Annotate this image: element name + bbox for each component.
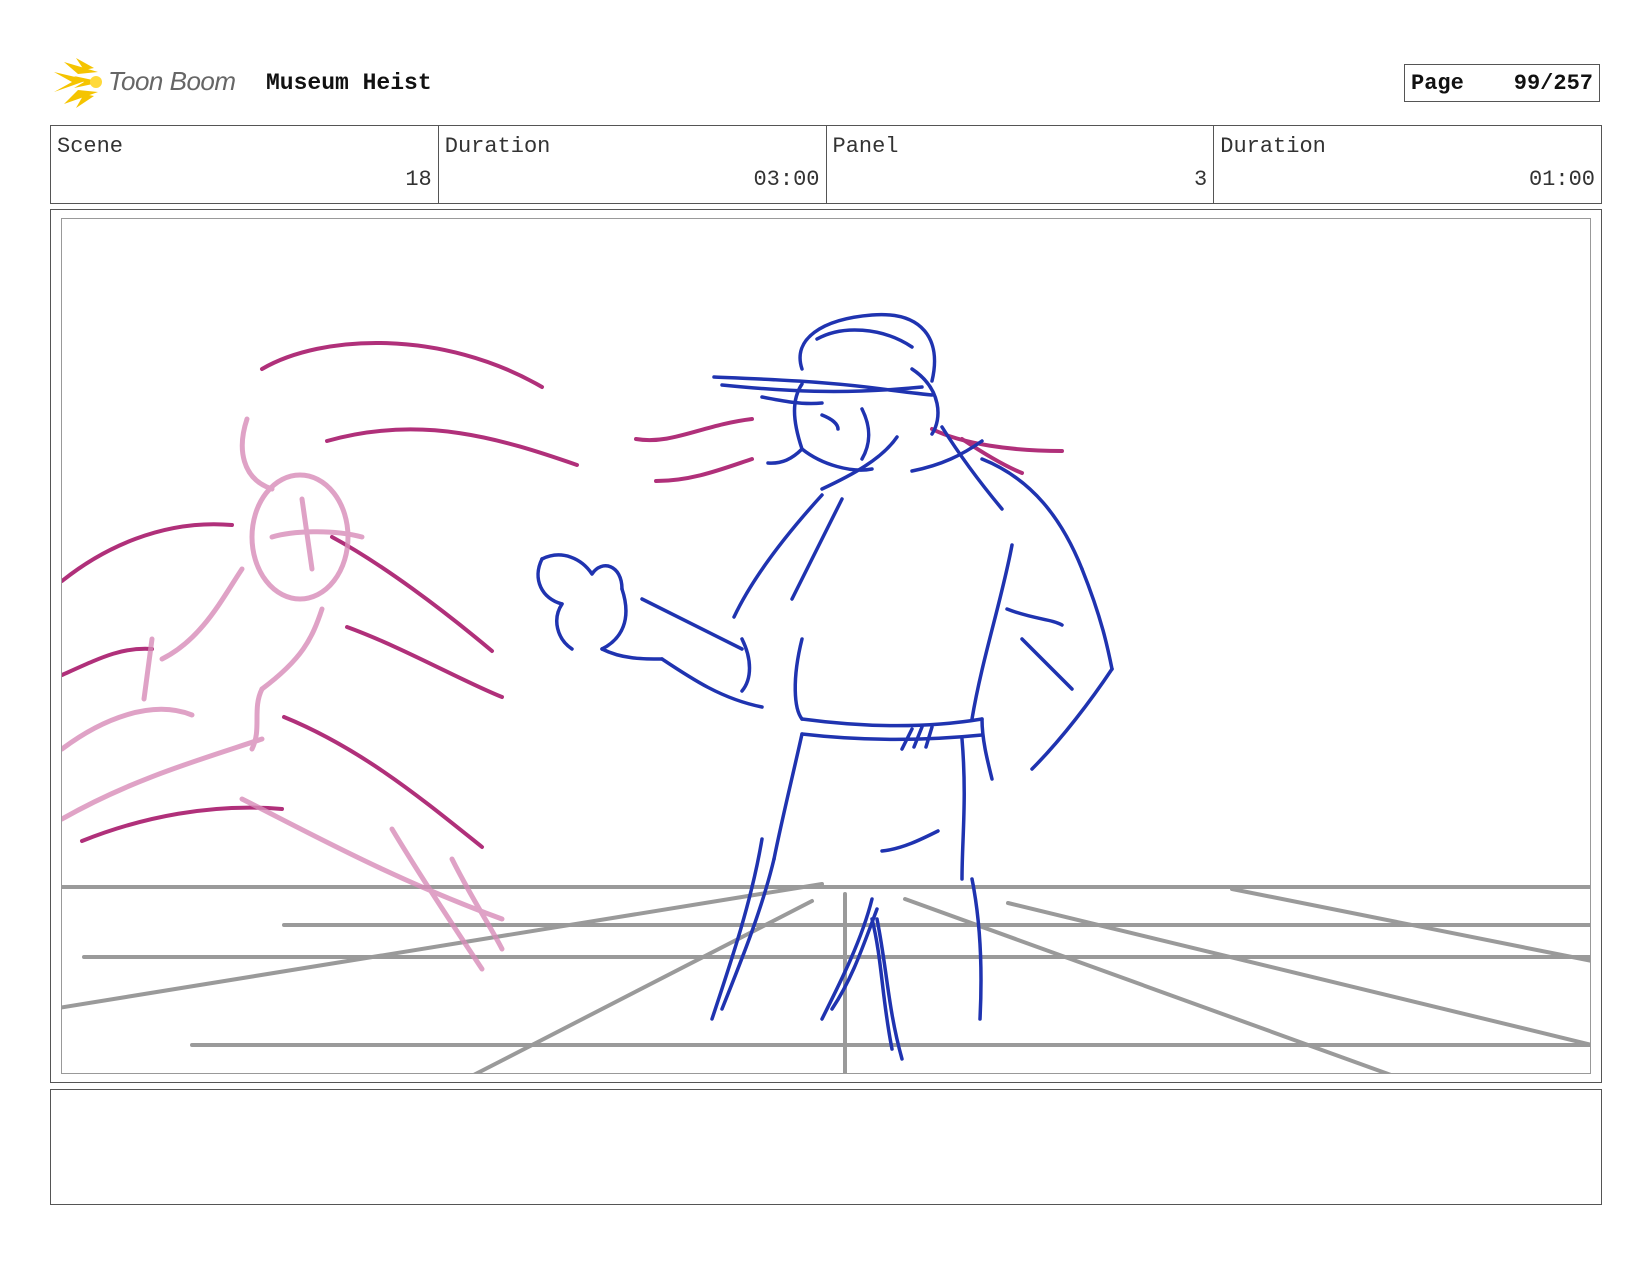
- page-number: 99/257: [1513, 71, 1593, 96]
- blue-figure-sketch: [536, 312, 1114, 1061]
- sketch-drawing: [62, 312, 1590, 1073]
- panel-drawing-area: [61, 218, 1591, 1074]
- project-title: Museum Heist: [266, 70, 432, 96]
- scene-label: Scene: [57, 134, 124, 159]
- storyboard-header: Toon Boom Museum Heist: [54, 58, 1604, 108]
- panel-duration-label: Duration: [1220, 134, 1326, 159]
- panel-duration-value: 01:00: [1528, 167, 1595, 192]
- perspective-guides: [62, 882, 1590, 1073]
- panel-duration-cell: Duration 01:00: [1214, 126, 1601, 203]
- page-indicator: Page 99/257: [1404, 64, 1600, 102]
- panel-frame: [50, 209, 1602, 1083]
- panel-label: Panel: [832, 134, 899, 159]
- panel-notes-box: [50, 1089, 1602, 1205]
- magenta-figure-sketch: [62, 341, 1064, 849]
- scene-value: 18: [405, 167, 432, 192]
- scene-duration-cell: Duration 03:00: [439, 126, 827, 203]
- panel-value: 3: [1194, 167, 1208, 192]
- scene-cell: Scene 18: [51, 126, 439, 203]
- starburst-icon: [54, 58, 102, 108]
- scene-duration-label: Duration: [444, 134, 551, 159]
- panel-cell: Panel 3: [827, 126, 1215, 203]
- panel-info-row: Scene 18 Duration 03:00 Panel 3 Duration…: [50, 125, 1602, 204]
- page-label: Page: [1411, 71, 1464, 96]
- toon-boom-logo: Toon Boom: [54, 58, 254, 108]
- logo-wordmark: Toon Boom: [108, 66, 236, 96]
- scene-duration-value: 03:00: [753, 167, 820, 192]
